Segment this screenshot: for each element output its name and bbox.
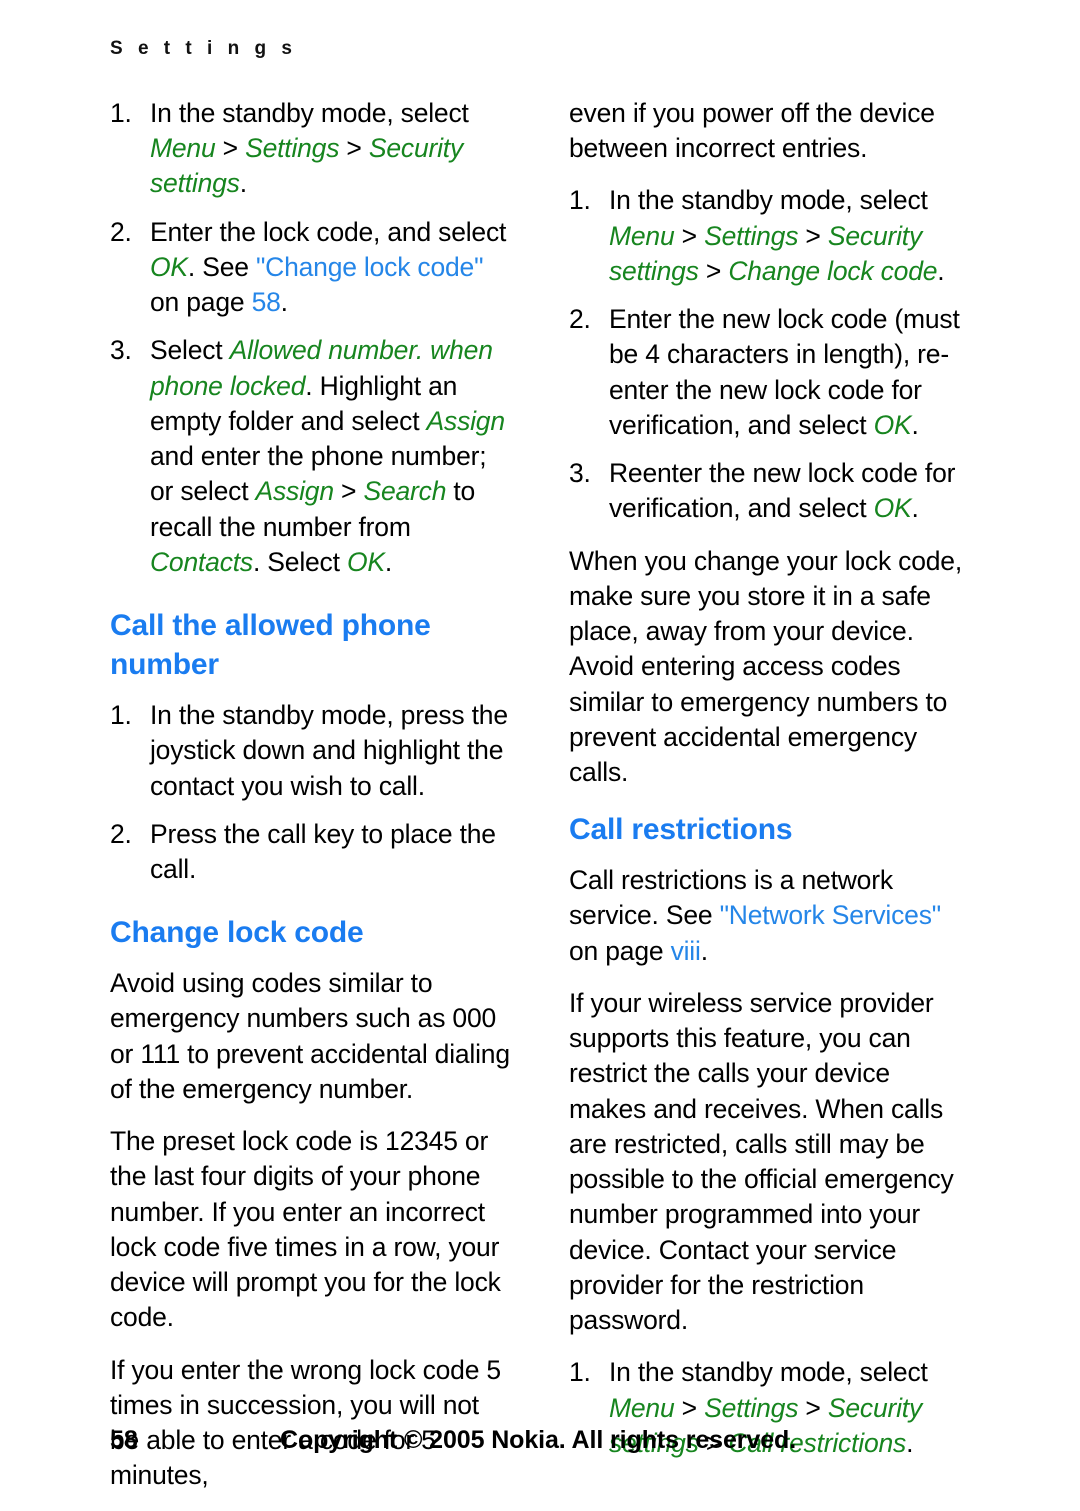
step-text: . See (187, 251, 256, 282)
path-separator: > (698, 255, 729, 286)
list-item: 1. In the standby mode, select Menu > Set… (569, 183, 972, 289)
step-text: In the standby mode, select (609, 185, 928, 216)
list-item: 2. Enter the lock code, and select OK. Se… (110, 215, 513, 321)
paragraph-network-service: Call restrictions is a network service. … (569, 863, 972, 969)
list-item: 2. Enter the new lock code (must be 4 cha… (569, 302, 972, 443)
step-text-end: . (937, 255, 945, 286)
step-text-end: . (280, 287, 288, 318)
path-separator: > (798, 1392, 828, 1423)
cross-reference-link[interactable]: "Network Services" (720, 900, 942, 930)
path-separator: > (674, 220, 705, 251)
steps-call-allowed-number: 1. In the standby mode, press the joystic… (110, 698, 513, 887)
ui-label-search: Search (363, 476, 447, 507)
ui-path-change-lock-code: Change lock code (728, 255, 938, 286)
list-item: 2. Press the call key to place the call. (110, 817, 513, 887)
paragraph-text: on page (569, 935, 671, 966)
step-text: In the standby mode, select (609, 1357, 928, 1388)
ui-label-assign: Assign (426, 405, 506, 436)
step-text: In the standby mode, press the joystick … (150, 700, 508, 801)
right-column: even if you power off the device between… (569, 96, 972, 1511)
path-separator: > (339, 133, 369, 164)
list-item: 1. In the standby mode, press the joystic… (110, 698, 513, 804)
paragraph-store-lock-code-safely: When you change your lock code, make sur… (569, 545, 963, 787)
cross-reference-page[interactable]: viii (671, 936, 701, 966)
page-number: 58 (110, 1426, 138, 1454)
list-item: 1. In the standby mode, select Menu > Set… (110, 96, 513, 202)
heading-change-lock-code: Change lock code (110, 916, 364, 950)
list-number: 3. (110, 335, 132, 366)
step-text: Enter the lock code, and select (150, 216, 507, 247)
copyright-notice: Copyright © 2005 Nokia. All rights reser… (280, 1426, 797, 1454)
list-number: 2. (110, 216, 132, 247)
list-number: 1. (110, 98, 132, 128)
heading-call-allowed-phone-number: Call the allowed phone number (110, 609, 431, 682)
list-number: 1. (569, 185, 591, 216)
list-number: 1. (569, 1357, 591, 1388)
left-column: 1. In the standby mode, select Menu > Set… (110, 96, 513, 1511)
manual-page: S e t t i n g s 1. In the standby mode, s… (0, 0, 1080, 1496)
step-text-end: . (911, 409, 919, 440)
list-number: 2. (569, 304, 591, 335)
step-text: on page (150, 287, 252, 318)
paragraph-service-provider: If your wireless service provider suppor… (569, 987, 954, 1336)
paragraph-wrong-code-continued: even if you power off the device between… (569, 98, 935, 164)
path-separator: > (798, 220, 828, 251)
ui-path-settings: Settings (704, 1392, 799, 1423)
list-item: 3. Reenter the new lock code for verifica… (569, 456, 972, 526)
list-item: 3. Select Allowed number. when phone lock… (110, 333, 513, 580)
paragraph-wrong-code-start: If you enter the wrong lock code 5 times… (110, 1354, 501, 1491)
ui-label-ok-2: OK (346, 546, 385, 577)
list-number: 2. (110, 818, 132, 849)
ui-label-contacts: Contacts (150, 546, 253, 577)
ui-path-settings: Settings (245, 133, 340, 164)
steps-allowed-number: 1. In the standby mode, select Menu > Set… (110, 96, 513, 580)
paragraph-avoid-codes: Avoid using codes similar to emergency n… (110, 968, 510, 1104)
ui-path-menu: Menu (609, 220, 675, 251)
path-separator: > (333, 476, 364, 507)
ui-label-assign-2: Assign (255, 476, 335, 507)
step-text-end: . (911, 493, 919, 524)
ui-path-settings: Settings (704, 220, 799, 251)
step-text-end: . (384, 546, 392, 577)
paragraph-text-end: . (700, 935, 708, 966)
ui-label-ok: OK (873, 409, 912, 440)
step-text: . Select (252, 546, 347, 577)
ui-label-ok: OK (150, 251, 188, 282)
ui-label-ok: OK (873, 493, 912, 524)
list-number: 3. (569, 458, 591, 489)
paragraph-preset-lock-code: The preset lock code is 12345 or the las… (110, 1126, 501, 1333)
ui-path-menu: Menu (150, 133, 216, 164)
path-separator: > (674, 1392, 705, 1423)
list-number: 1. (110, 700, 132, 731)
heading-call-restrictions: Call restrictions (569, 813, 793, 847)
page-footer: 58 Copyright © 2005 Nokia. All rights re… (0, 1426, 1080, 1460)
step-text: Select (150, 335, 230, 366)
two-column-body: 1. In the standby mode, select Menu > Set… (110, 96, 972, 1511)
step-text-end: . (239, 168, 247, 199)
path-separator: > (215, 133, 246, 164)
cross-reference-page[interactable]: 58 (252, 287, 281, 317)
step-text: Press the call key to place the call. (150, 818, 496, 884)
step-text: In the standby mode, select (150, 98, 469, 128)
steps-change-lock-code: 1. In the standby mode, select Menu > Set… (569, 183, 972, 526)
running-header: S e t t i n g s (110, 38, 297, 59)
ui-path-menu: Menu (609, 1392, 675, 1423)
cross-reference-link[interactable]: "Change lock code" (256, 252, 484, 282)
